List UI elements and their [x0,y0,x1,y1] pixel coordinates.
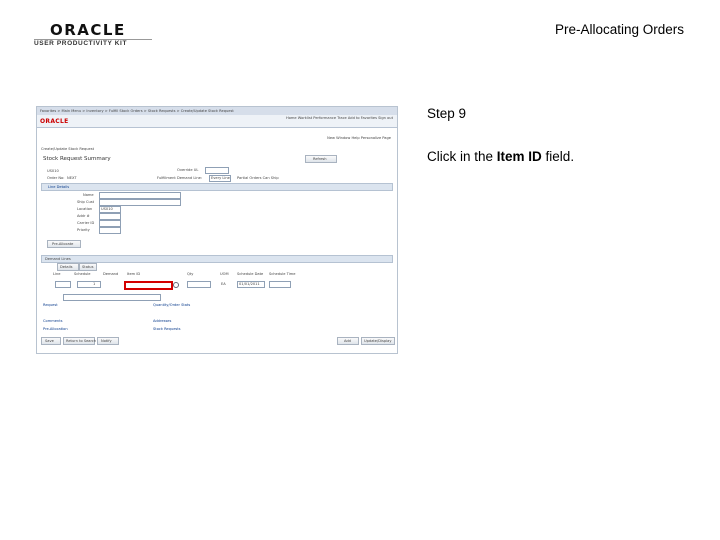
ship-cust-field[interactable] [99,199,181,206]
update-display-button[interactable]: Update/Display [361,337,395,345]
order-no-label: Order No: [47,176,65,180]
link-comments[interactable]: Comments [43,319,62,323]
line-details-link[interactable]: Line Details [48,185,69,189]
application-screenshot: Favorites > Main Menu > Inventory > Fulf… [36,106,398,354]
column-schedule: Schedule [74,272,91,276]
fulfillment-select[interactable]: Every Line [209,175,231,182]
column-demand: Demand [103,272,119,276]
link-request[interactable]: Request [43,303,58,307]
column-qty: Qty [187,272,194,276]
oracle-upk-logo: ORACLE USER PRODUCTIVITY KIT [34,21,154,50]
override-field[interactable] [205,167,229,174]
instruction-suffix: field. [541,149,575,164]
uom-value: EA [221,282,226,286]
demand-lines-section: Demand Lines [41,255,393,263]
order-no-value: NEXT [67,176,77,180]
page-title: Stock Request Summary [43,156,111,162]
carrier-label: Carrier ID [77,221,95,225]
priority-label: Priority [77,228,90,232]
return-to-search-button[interactable]: Return to Search [63,337,96,345]
top-links[interactable]: New Window Help Personalize Page [327,136,391,140]
name-field[interactable] [99,192,181,199]
link-pre-allocation[interactable]: Pre-Allocation [43,327,68,331]
logo-wordmark: ORACLE [50,21,126,39]
partial-orders-label: Partial Orders Can Ship [237,176,279,180]
schedule-time-field[interactable] [269,281,291,288]
schedule-field[interactable]: 1 [77,281,101,288]
pre-allocate-button[interactable]: Pre-Allocate [47,240,81,248]
column-schedule-time: Schedule Time [269,272,296,276]
location-field[interactable]: US010 [99,206,121,213]
menu-bar: Favorites > Main Menu > Inventory > Fulf… [37,107,397,115]
column-uom: UOM [220,272,229,276]
tab-status[interactable]: Status [79,263,97,271]
fulfillment-label: Fulfillment Demand Line: [157,176,203,180]
step-instruction: Click in the Item ID field. [427,149,574,164]
schedule-date-field[interactable]: 01/01/2011 [237,281,265,288]
instruction-prefix: Click in the [427,149,497,164]
row-action-select[interactable] [63,294,161,301]
qty-field[interactable] [187,281,211,288]
slide-title: Pre-Allocating Orders [554,22,684,37]
link-addresses[interactable]: Addresses [153,319,171,323]
brand-bar: ORACLE Home Worklist Performance Trace A… [37,115,397,128]
add-button[interactable]: Add [337,337,359,345]
menu-breadcrumb[interactable]: Favorites > Main Menu > Inventory > Fulf… [40,109,234,113]
logo-subtitle: USER PRODUCTIVITY KIT [34,40,128,47]
refresh-button[interactable]: Refresh [305,155,337,163]
save-button[interactable]: Save [41,337,61,345]
addr-label: Addr # [77,214,90,218]
notify-button[interactable]: Notify [97,337,119,345]
item-id-field[interactable] [124,281,173,290]
link-stock-requests[interactable]: Stock Requests [153,327,181,331]
location-label: Location [77,207,93,211]
demand-lines-title: Demand Lines [45,257,71,261]
column-item-id: Item ID [127,272,141,276]
instruction-target: Item ID [496,149,542,164]
lookup-icon[interactable] [173,282,179,288]
step-label: Step 9 [427,106,467,121]
breadcrumb-title: Create/Update Stock Request [41,147,94,151]
line-details-section: Line Details [41,183,393,191]
brand-logo: ORACLE [40,118,69,125]
override-label: Override UL [177,168,199,172]
unit-value: US010 [47,169,59,173]
name-label: Name [83,193,94,197]
column-line: Line [53,272,61,276]
line-field[interactable] [55,281,71,288]
carrier-field[interactable] [99,220,121,227]
addr-field[interactable] [99,213,121,220]
priority-field[interactable] [99,227,121,234]
column-schedule-date: Schedule Date [237,272,264,276]
link-quantity-stats[interactable]: Quantity/Order Stats [153,303,190,307]
nav-links[interactable]: Home Worklist Performance Trace Add to F… [286,116,393,120]
ship-cust-label: Ship Cust [77,200,95,204]
tab-details[interactable]: Details [57,263,79,271]
